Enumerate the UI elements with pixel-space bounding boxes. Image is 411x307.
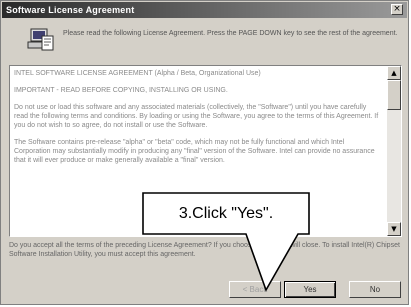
license-paragraph: INTEL SOFTWARE LICENSE AGREEMENT (Alpha … [14, 70, 261, 77]
license-paragraph: IMPORTANT - READ BEFORE COPYING, INSTALL… [14, 87, 228, 94]
computer-document-icon [27, 28, 54, 51]
back-button[interactable]: < Back [229, 281, 281, 298]
yes-button[interactable]: Yes [284, 281, 336, 298]
instruction-text: Please read the following License Agreem… [63, 30, 398, 37]
license-paragraph: The Software contains pre-release "alpha… [14, 139, 375, 164]
accept-question: Do you accept all the terms of the prece… [9, 242, 400, 258]
scroll-up-button[interactable]: ▲ [387, 66, 401, 80]
license-paragraph: Do not use or load this software and any… [14, 104, 379, 129]
arrow-down-icon: ▼ [391, 225, 397, 233]
arrow-up-icon: ▲ [391, 69, 397, 77]
vertical-scrollbar[interactable]: ▲ ▼ [387, 66, 401, 236]
scroll-down-button[interactable]: ▼ [387, 222, 401, 236]
license-content: INTEL SOFTWARE LICENSE AGREEMENT (Alpha … [14, 69, 382, 173]
scroll-thumb[interactable] [387, 80, 401, 110]
title-bar[interactable]: Software License Agreement × [2, 2, 407, 18]
license-dialog: Software License Agreement × Please read… [0, 0, 409, 305]
window-title: Software License Agreement [6, 5, 135, 15]
no-button[interactable]: No [349, 281, 401, 298]
callout-text: 3.Click "Yes". [178, 205, 274, 222]
close-icon: × [393, 4, 401, 14]
close-button[interactable]: × [391, 4, 403, 15]
